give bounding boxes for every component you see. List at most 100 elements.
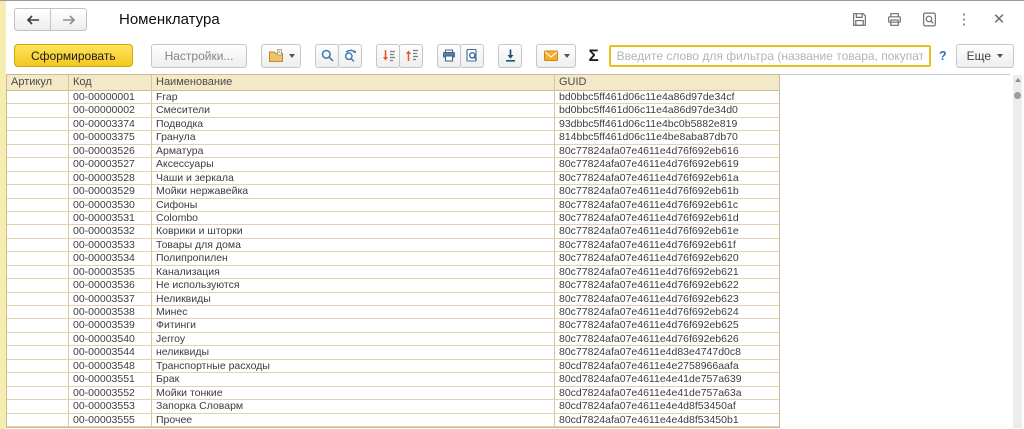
table-row[interactable]: 00-00000002 Смесители bd0bbc5ff461d06c11… (7, 104, 779, 118)
scrollbar-thumb[interactable] (1014, 92, 1021, 99)
table-row[interactable]: 00-00003544 неликвиды 80c77824afa07e4611… (7, 346, 779, 360)
print-icon[interactable] (885, 11, 903, 29)
table-row[interactable]: 00-00003551 Брак 80cd7824afa07e4611e4e41… (7, 373, 779, 387)
table-row[interactable]: 00-00000001 Frap bd0bbc5ff461d06c11e4a86… (7, 91, 779, 105)
cell-code: 00-00003535 (69, 265, 152, 280)
table-row[interactable]: 00-00003527 Аксессуары 80c77824afa07e461… (7, 158, 779, 172)
cell-article (7, 306, 69, 320)
close-icon[interactable]: ✕ (990, 11, 1008, 29)
cell-guid: 80c77824afa07e4611e4d76f692eb61b (555, 185, 779, 199)
forward-arrow-icon (61, 14, 77, 26)
cell-code: 00-00000001 (69, 91, 152, 105)
cell-article (7, 413, 69, 427)
cell-guid: 80cd7824afa07e4611e4e41de757a639 (555, 373, 779, 387)
email-button[interactable] (536, 43, 577, 68)
table-row[interactable]: 00-00003535 Канализация 80c77824afa07e46… (7, 265, 779, 280)
titlebar: Номенклатура ⋮ ✕ (6, 1, 1024, 38)
cell-code: 00-00003529 (69, 185, 152, 199)
table-row[interactable]: 00-00003531 Colombo 80c77824afa07e4611e4… (7, 211, 779, 226)
cell-code: 00-00003537 (69, 292, 152, 306)
print-button[interactable] (437, 43, 462, 68)
cell-name: Сифоны (152, 198, 555, 212)
report-variants-button[interactable] (261, 43, 302, 68)
print-preview-button[interactable] (460, 43, 485, 68)
cell-code: 00-00003548 (69, 359, 152, 374)
cell-article (7, 319, 69, 333)
table-row[interactable]: 00-00003537 Неликвиды 80c77824afa07e4611… (7, 292, 779, 306)
cell-guid: 80cd7824afa07e4611e4e41de757a63a (555, 387, 779, 401)
table-row[interactable]: 00-00003528 Чаши и зеркала 80c77824afa07… (7, 171, 779, 186)
save-icon[interactable] (850, 11, 868, 29)
cell-name: неликвиды (152, 346, 555, 360)
table-row[interactable]: 00-00003529 Мойки нержавейка 80c77824afa… (7, 185, 779, 199)
filter-input[interactable] (608, 44, 931, 67)
table-row[interactable]: 00-00003548 Транспортные расходы 80cd782… (7, 359, 779, 374)
cell-guid: 80c77824afa07e4611e4d76f692eb61c (555, 199, 779, 212)
dropdown-caret-icon (563, 53, 570, 58)
cell-article (7, 359, 69, 374)
cell-article (7, 211, 69, 226)
cell-article (7, 400, 69, 414)
sort-descending-button[interactable] (376, 43, 401, 68)
cell-code: 00-00003527 (69, 158, 152, 172)
column-header-guid[interactable]: GUID (555, 75, 779, 91)
cell-name: Мойки тонкие (152, 386, 555, 401)
table-row[interactable]: 00-00003538 Минес 80c77824afa07e4611e4d7… (7, 306, 779, 320)
table-row[interactable]: 00-00003533 Товары для дома 80c77824afa0… (7, 238, 779, 253)
column-header-code[interactable]: Код (69, 75, 152, 91)
cell-guid: 80c77824afa07e4611e4d76f692eb622 (555, 279, 779, 293)
cell-name: Не используются (152, 279, 555, 293)
dropdown-caret-icon (288, 53, 295, 58)
table-row[interactable]: 00-00003540 Jerroy 80c77824afa07e4611e4d… (7, 332, 779, 347)
settings-button[interactable]: Настройки... (150, 43, 248, 68)
table-row[interactable]: 00-00003526 Арматура 80c77824afa07e4611e… (7, 144, 779, 159)
table-row[interactable]: 00-00003539 Фитинги 80c77824afa07e4611e4… (7, 319, 779, 333)
cell-code: 00-00003530 (69, 198, 152, 212)
cell-guid: 80c77824afa07e4611e4d76f692eb620 (555, 252, 779, 266)
help-button[interactable]: ? (939, 49, 947, 63)
cell-name: Минес (152, 306, 555, 320)
table-row[interactable]: 00-00003536 Не используются 80c77824afa0… (7, 279, 779, 293)
more-button-label: Еще (966, 48, 991, 63)
cell-article (7, 117, 69, 132)
back-button[interactable] (14, 8, 51, 31)
table-row[interactable]: 00-00003534 Полипропилен 80c77824afa07e4… (7, 252, 779, 266)
more-button[interactable]: Еще (955, 43, 1014, 68)
cell-code: 00-00003531 (69, 211, 152, 226)
table-row[interactable]: 00-00003374 Подводка 93dbbc5ff461d06c11e… (7, 117, 779, 132)
table-row[interactable]: 00-00003552 Мойки тонкие 80cd7824afa07e4… (7, 386, 779, 401)
table-header-row: Артикул Код Наименование GUID (7, 75, 779, 91)
cell-code: 00-00003533 (69, 238, 152, 253)
forward-button[interactable] (50, 8, 87, 31)
vertical-scrollbar[interactable] (1013, 75, 1022, 428)
search-next-button[interactable] (338, 43, 363, 68)
cell-guid: 80c77824afa07e4611e4d76f692eb61e (555, 225, 779, 239)
table-row[interactable]: 00-00003375 Гранула 814bbc5ff461d06c11e4… (7, 131, 779, 145)
table-row[interactable]: 00-00003553 Запорка Словарм 80cd7824afa0… (7, 400, 779, 414)
download-icon (503, 48, 518, 63)
search-button[interactable] (315, 43, 340, 68)
cell-guid: 80c77824afa07e4611e4d76f692eb624 (555, 306, 779, 320)
cell-code: 00-00003374 (69, 117, 152, 132)
search-icon (320, 48, 335, 63)
cell-article (7, 104, 69, 118)
form-content: Номенклатура ⋮ ✕ Сформировать Настройки.… (6, 1, 1024, 429)
cell-name: Канализация (152, 265, 555, 280)
scrollbar-up-icon[interactable] (1014, 78, 1021, 82)
cell-code: 00-00003528 (69, 171, 152, 186)
sigma-totals-icon[interactable]: Σ (588, 46, 598, 66)
table-row[interactable]: 00-00003530 Сифоны 80c77824afa07e4611e4d… (7, 198, 779, 212)
column-header-article[interactable]: Артикул (7, 75, 69, 91)
cell-article (7, 373, 69, 387)
cell-name: Брак (152, 373, 555, 387)
cell-guid: 80c77824afa07e4611e4d76f692eb623 (555, 293, 779, 306)
generate-button[interactable]: Сформировать (14, 44, 133, 67)
download-button[interactable] (498, 43, 523, 68)
table-row[interactable]: 00-00003532 Коврики и шторки 80c77824afa… (7, 225, 779, 239)
sort-ascending-button[interactable] (399, 43, 424, 68)
kebab-menu-icon[interactable]: ⋮ (955, 11, 973, 29)
find-icon[interactable] (920, 11, 938, 29)
table-row[interactable]: 00-00003555 Прочее 80cd7824afa07e4611e4e… (7, 413, 779, 427)
cell-guid: 80cd7824afa07e4611e4e4d8f53450af (555, 400, 779, 414)
column-header-name[interactable]: Наименование (152, 75, 555, 91)
